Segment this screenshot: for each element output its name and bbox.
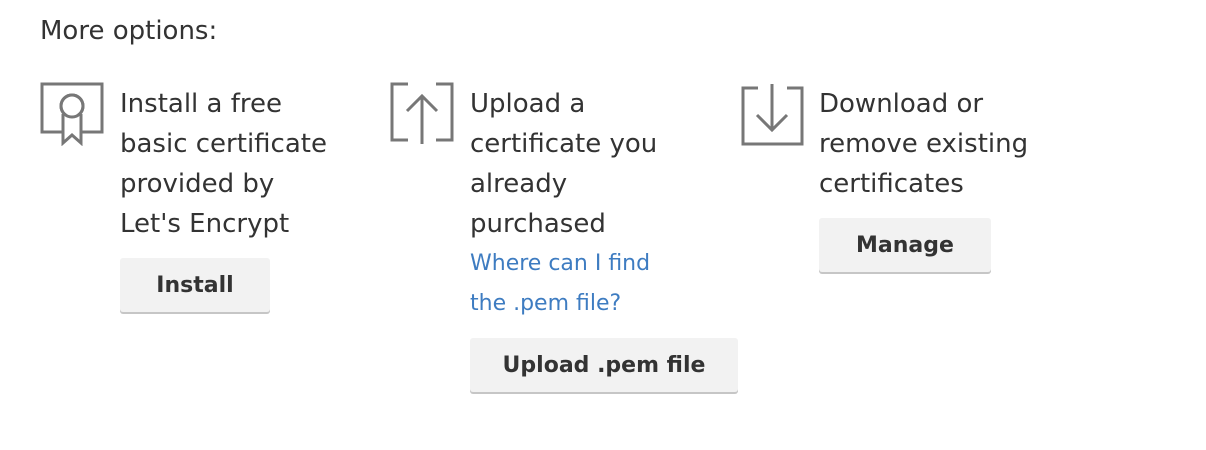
upload-pem-button[interactable]: Upload .pem file bbox=[470, 338, 738, 392]
install-button[interactable]: Install bbox=[120, 258, 270, 312]
manage-description: Download or remove existing certificates bbox=[819, 89, 1029, 199]
option-manage-certificates: Download or remove existing certificates… bbox=[740, 82, 1100, 282]
option-upload-certificate: Upload a certificate you already purchas… bbox=[390, 82, 750, 402]
install-description: Install a free basic certificate provide… bbox=[120, 89, 327, 239]
download-arrow-icon bbox=[740, 82, 804, 146]
more-options-heading: More options: bbox=[40, 16, 218, 46]
certificate-ribbon-icon bbox=[40, 82, 104, 146]
upload-description: Upload a certificate you already purchas… bbox=[470, 89, 658, 239]
upload-arrow-icon bbox=[390, 82, 454, 146]
option-install-certificate: Install a free basic certificate provide… bbox=[40, 82, 370, 322]
manage-button[interactable]: Manage bbox=[819, 218, 991, 272]
pem-file-help-link[interactable]: Where can I find the .pem file? bbox=[470, 244, 730, 324]
